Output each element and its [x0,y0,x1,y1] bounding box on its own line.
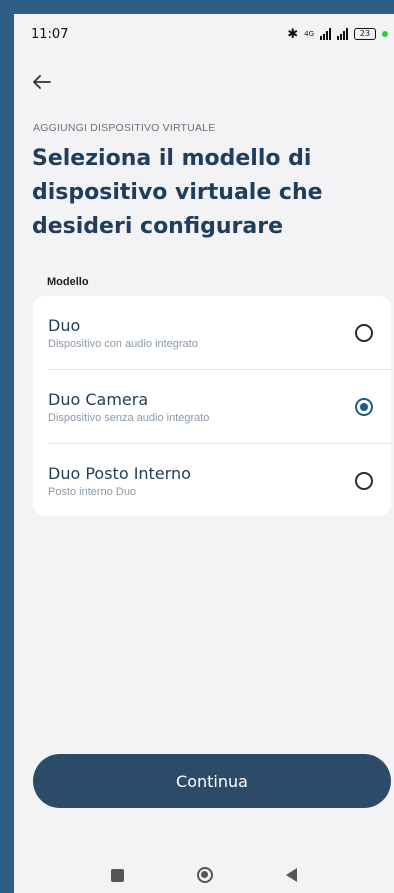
status-icons: ✱ 4G 23 [287,27,388,42]
signal-icon [320,28,331,40]
recents-icon[interactable] [110,868,124,882]
app-screen: 11:07 ✱ 4G 23 AGGIUNGI DISPOSITIVO VIRTU… [14,14,394,893]
option-subtitle: Dispositivo con audio integrato [48,337,198,350]
option-subtitle: Dispositivo senza audio integrato [48,411,210,424]
back-button[interactable] [28,68,56,96]
option-duo-posto-interno[interactable]: Duo Posto Interno Posto interno Duo [33,444,391,517]
radio-button-selected[interactable] [355,397,373,416]
continue-button[interactable]: Continua [33,754,391,808]
arrow-left-icon [33,75,51,89]
battery-level: 23 [359,29,371,38]
signal-icon-2 [337,28,348,40]
radio-button[interactable] [355,471,373,490]
option-duo-camera[interactable]: Duo Camera Dispositivo senza audio integ… [33,370,391,443]
section-label: Modello [47,276,89,288]
home-icon[interactable] [196,867,213,883]
system-nav-bar [14,857,394,893]
back-nav-icon[interactable] [286,868,298,882]
option-duo[interactable]: Duo Dispositivo con audio integrato [33,296,391,369]
option-subtitle: Posto interno Duo [48,485,137,498]
battery-icon: 23 [354,28,376,40]
page-kicker: AGGIUNGI DISPOSITIVO VIRTUALE [33,122,216,134]
radio-button[interactable] [355,323,373,342]
model-options-card: Duo Dispositivo con audio integrato Duo … [33,296,391,516]
indicator-dot-icon [382,31,388,37]
status-time: 11:07 [31,26,69,42]
option-title: Duo Posto Interno [48,463,191,483]
status-bar: 11:07 ✱ 4G 23 [14,14,394,54]
option-title: Duo [48,315,81,335]
bluetooth-icon: ✱ [287,26,299,42]
option-title: Duo Camera [48,389,149,409]
page-title: Seleziona il modello di dispositivo virt… [32,146,323,239]
network-type: 4G [304,30,314,38]
